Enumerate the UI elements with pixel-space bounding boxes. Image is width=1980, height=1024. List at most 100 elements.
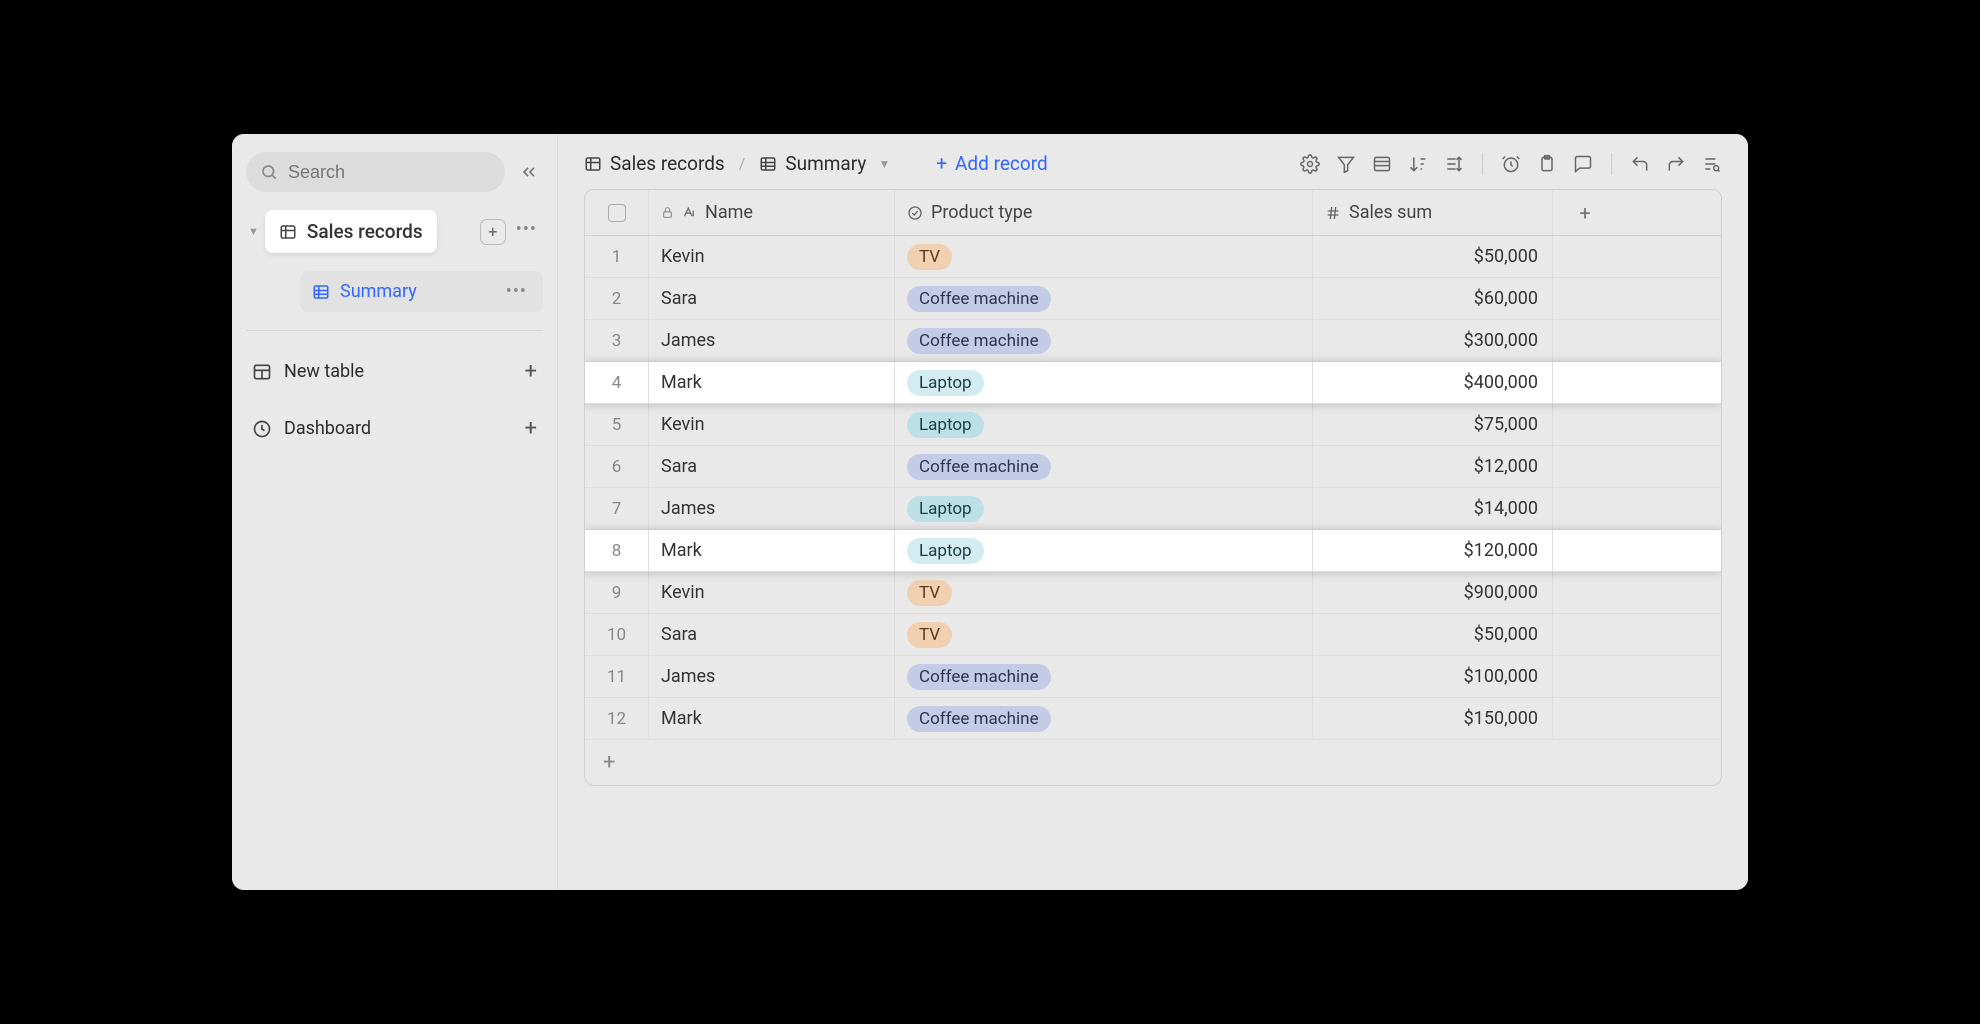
cell-sales-sum[interactable]: $150,000 bbox=[1313, 698, 1553, 739]
sidebar-dashboard[interactable]: Dashboard + bbox=[246, 406, 543, 451]
product-chip: Laptop bbox=[907, 370, 984, 396]
cell-sales-sum[interactable]: $120,000 bbox=[1313, 530, 1553, 571]
dashboard-plus-icon[interactable]: + bbox=[525, 416, 537, 441]
sidebar-view-summary[interactable]: Summary ••• bbox=[300, 271, 543, 312]
product-chip: Laptop bbox=[907, 412, 984, 438]
add-column-button[interactable]: + bbox=[1553, 190, 1617, 235]
sidebar-new-table[interactable]: New table + bbox=[246, 349, 543, 394]
table-name-label: Sales records bbox=[307, 220, 423, 243]
cell-product-type[interactable]: Coffee machine bbox=[895, 698, 1313, 739]
cell-name[interactable]: James bbox=[649, 320, 895, 361]
group-icon[interactable] bbox=[1372, 154, 1392, 174]
view-more-button[interactable]: ••• bbox=[502, 281, 531, 302]
cell-name[interactable]: Sara bbox=[649, 446, 895, 487]
table-row[interactable]: 12MarkCoffee machine$150,000 bbox=[585, 698, 1721, 740]
add-view-button[interactable]: + bbox=[480, 219, 506, 245]
search-input[interactable] bbox=[288, 162, 491, 183]
row-number[interactable]: 2 bbox=[585, 278, 649, 319]
row-number[interactable]: 8 bbox=[585, 530, 649, 571]
table-row[interactable]: 9KevinTV$900,000 bbox=[585, 572, 1721, 614]
cell-name[interactable]: Kevin bbox=[649, 236, 895, 277]
table-more-button[interactable]: ••• bbox=[512, 219, 541, 245]
cell-name[interactable]: Sara bbox=[649, 278, 895, 319]
breadcrumb-view[interactable]: Summary ▼ bbox=[759, 152, 890, 175]
cell-name[interactable]: Mark bbox=[649, 362, 895, 403]
cell-product-type[interactable]: Coffee machine bbox=[895, 320, 1313, 361]
cell-product-type[interactable]: Laptop bbox=[895, 488, 1313, 529]
cell-name[interactable]: Kevin bbox=[649, 404, 895, 445]
add-row-button[interactable]: + bbox=[585, 740, 1721, 785]
cell-sales-sum[interactable]: $50,000 bbox=[1313, 614, 1553, 655]
table-chip[interactable]: Sales records bbox=[265, 210, 437, 253]
cell-product-type[interactable]: Coffee machine bbox=[895, 446, 1313, 487]
breadcrumb-table-label: Sales records bbox=[610, 152, 725, 175]
row-number[interactable]: 5 bbox=[585, 404, 649, 445]
table-row[interactable]: 4Mark Laptop $400,000 bbox=[585, 362, 1721, 404]
row-number[interactable]: 9 bbox=[585, 572, 649, 613]
select-all-checkbox[interactable] bbox=[608, 204, 626, 222]
header-product-type[interactable]: Product type bbox=[895, 190, 1313, 235]
cell-product-type[interactable]: TV bbox=[895, 614, 1313, 655]
header-checkbox-cell[interactable] bbox=[585, 190, 649, 235]
table-row[interactable]: 5Kevin Laptop $75,000 bbox=[585, 404, 1721, 446]
row-height-icon[interactable] bbox=[1444, 154, 1464, 174]
cell-name[interactable]: James bbox=[649, 656, 895, 697]
row-number[interactable]: 12 bbox=[585, 698, 649, 739]
new-table-plus-icon[interactable]: + bbox=[525, 359, 537, 384]
cell-name[interactable]: Kevin bbox=[649, 572, 895, 613]
cell-sales-sum[interactable]: $100,000 bbox=[1313, 656, 1553, 697]
cell-sales-sum[interactable]: $900,000 bbox=[1313, 572, 1553, 613]
cell-name[interactable]: James bbox=[649, 488, 895, 529]
cell-sales-sum[interactable]: $12,000 bbox=[1313, 446, 1553, 487]
search-box[interactable] bbox=[246, 152, 505, 192]
cell-product-type[interactable]: TV bbox=[895, 572, 1313, 613]
row-number[interactable]: 6 bbox=[585, 446, 649, 487]
filter-icon[interactable] bbox=[1336, 154, 1356, 174]
table-row[interactable]: 3JamesCoffee machine$300,000 bbox=[585, 320, 1721, 362]
cell-product-type[interactable]: Laptop bbox=[895, 530, 1313, 571]
add-record-label: Add record bbox=[955, 152, 1048, 175]
row-number[interactable]: 4 bbox=[585, 362, 649, 403]
cell-sales-sum[interactable]: $60,000 bbox=[1313, 278, 1553, 319]
cell-product-type[interactable]: Coffee machine bbox=[895, 278, 1313, 319]
cell-sales-sum[interactable]: $300,000 bbox=[1313, 320, 1553, 361]
table-row[interactable]: 7JamesLaptop$14,000 bbox=[585, 488, 1721, 530]
redo-icon[interactable] bbox=[1666, 154, 1686, 174]
find-icon[interactable] bbox=[1702, 154, 1722, 174]
cell-product-type[interactable]: Coffee machine bbox=[895, 656, 1313, 697]
table-body: 1KevinTV$50,0002SaraCoffee machine$60,00… bbox=[585, 236, 1721, 740]
row-number[interactable]: 7 bbox=[585, 488, 649, 529]
table-tree-item[interactable]: ▼ Sales records + ••• bbox=[246, 204, 543, 259]
table-row[interactable]: 10SaraTV$50,000 bbox=[585, 614, 1721, 656]
cell-name[interactable]: Mark bbox=[649, 530, 895, 571]
cell-product-type[interactable]: TV bbox=[895, 236, 1313, 277]
reminder-icon[interactable] bbox=[1501, 154, 1521, 174]
table-row[interactable]: 8MarkLaptop$120,000 bbox=[585, 530, 1721, 572]
cell-sales-sum[interactable]: $50,000 bbox=[1313, 236, 1553, 277]
comment-icon[interactable] bbox=[1573, 154, 1593, 174]
cell-product-type[interactable]: Laptop bbox=[895, 362, 1313, 403]
row-number[interactable]: 3 bbox=[585, 320, 649, 361]
cell-name[interactable]: Mark bbox=[649, 698, 895, 739]
table-row[interactable]: 1KevinTV$50,000 bbox=[585, 236, 1721, 278]
clipboard-icon[interactable] bbox=[1537, 154, 1557, 174]
row-number[interactable]: 10 bbox=[585, 614, 649, 655]
settings-icon[interactable] bbox=[1300, 154, 1320, 174]
cell-sales-sum[interactable]: $75,000 bbox=[1313, 404, 1553, 445]
row-number[interactable]: 11 bbox=[585, 656, 649, 697]
row-number[interactable]: 1 bbox=[585, 236, 649, 277]
cell-name[interactable]: Sara bbox=[649, 614, 895, 655]
cell-product-type[interactable]: Laptop bbox=[895, 404, 1313, 445]
table-row[interactable]: 6SaraCoffee machine$12,000 bbox=[585, 446, 1721, 488]
header-sales-sum[interactable]: Sales sum bbox=[1313, 190, 1553, 235]
breadcrumb-table[interactable]: Sales records bbox=[584, 152, 725, 175]
add-record-button[interactable]: + Add record bbox=[936, 152, 1047, 175]
collapse-sidebar-button[interactable] bbox=[515, 158, 543, 186]
cell-sales-sum[interactable]: $14,000 bbox=[1313, 488, 1553, 529]
header-name[interactable]: Name bbox=[649, 190, 895, 235]
table-row[interactable]: 2SaraCoffee machine$60,000 bbox=[585, 278, 1721, 320]
sort-icon[interactable] bbox=[1408, 154, 1428, 174]
table-row[interactable]: 11JamesCoffee machine$100,000 bbox=[585, 656, 1721, 698]
cell-sales-sum[interactable]: $400,000 bbox=[1313, 362, 1553, 403]
undo-icon[interactable] bbox=[1630, 154, 1650, 174]
